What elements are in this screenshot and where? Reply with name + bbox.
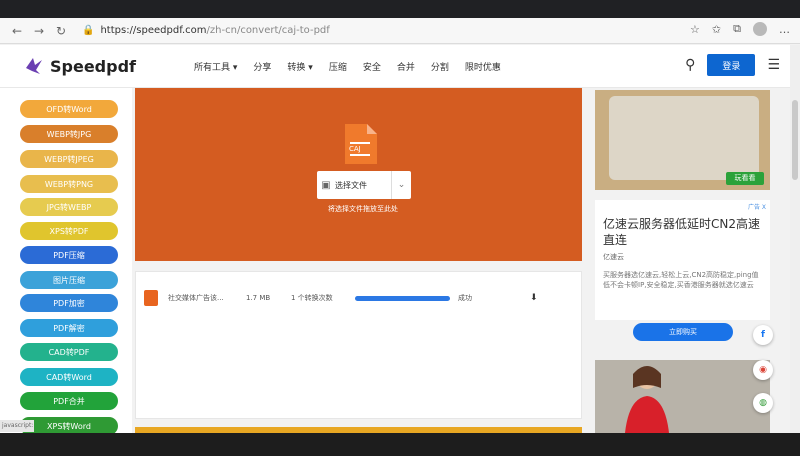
download-icon[interactable]: ⬇ (530, 293, 538, 303)
upload-dropzone[interactable]: CAJ ▣ 选择文件 ⌄ 将选择文件拖放至此处 (135, 88, 582, 261)
globe-icon[interactable]: ◍ (753, 393, 773, 413)
sidebar-item[interactable]: 图片压缩 (20, 271, 118, 289)
game-ad[interactable]: 玩看看 (595, 90, 770, 190)
site-header: Speedpdf 所有工具 ▾ 分享 转换 ▾ 压缩 安全 合并 分割 限时优惠… (0, 45, 790, 88)
file-badge: CAJ (349, 145, 361, 153)
menu-share[interactable]: 分享 (245, 60, 279, 73)
ad-headline: 亿速云服务器低延时CN2高速直连 (603, 217, 760, 247)
sidebar-item[interactable]: PDF合并 (20, 392, 118, 410)
text-ad[interactable]: 广告 X 亿速云服务器低延时CN2高速直连 亿速云 买服务器选亿速云,轻松上云,… (595, 200, 770, 320)
progress-bar (355, 295, 450, 301)
caj-file-icon: CAJ (345, 124, 377, 164)
photo-ad[interactable] (595, 360, 770, 433)
ad-cta-button[interactable]: 立即购买 (633, 323, 733, 341)
file-picker-icon: ▣ (321, 179, 331, 191)
lock-icon: 🔒 (82, 25, 95, 36)
sidebar-item[interactable]: XPS转PDF (20, 222, 118, 240)
window-titlebar (0, 0, 800, 18)
sidebar-item[interactable]: PDF解密 (20, 319, 118, 337)
tools-sidebar: OFD转Word WEBP转JPG WEBP转JPEG WEBP转PNG JPG… (0, 88, 132, 433)
search-icon[interactable]: ⚲ (685, 57, 695, 73)
browser-status-bar: javascript: (0, 420, 34, 432)
file-size: 1.7 MB (246, 294, 271, 302)
facebook-share-icon[interactable]: f (753, 325, 773, 345)
collections-icon[interactable]: ⧉ (733, 22, 741, 36)
brand-name: Speedpdf (50, 56, 136, 76)
ads-column: 玩看看 广告 X 亿速云服务器低延时CN2高速直连 亿速云 买服务器选亿速云,轻… (594, 88, 772, 433)
url-host: https://speedpdf.com (100, 25, 207, 36)
menu-convert[interactable]: 转换 ▾ (279, 60, 320, 73)
menu-all-tools[interactable]: 所有工具 ▾ (186, 60, 245, 73)
url-path: /zh-cn/convert/caj-to-pdf (206, 25, 330, 36)
favorites-icon[interactable]: ✩ (712, 23, 721, 36)
address-bar[interactable]: 🔒 https://speedpdf.com/zh-cn/convert/caj… (82, 25, 330, 36)
file-name: 社交媒体广告该... (168, 294, 224, 302)
menu-merge[interactable]: 合并 (389, 60, 423, 73)
menu-compress[interactable]: 压缩 (321, 60, 355, 73)
file-type-icon (144, 290, 158, 306)
sidebar-item[interactable]: PDF加密 (20, 294, 118, 312)
file-pages: 1 个转换次数 (291, 294, 333, 302)
ad-description: 买服务器选亿速云,轻松上云,CN2高防稳定,ping值低不会卡顿IP,安全稳定,… (603, 271, 759, 289)
sidebar-item[interactable]: CAD转PDF (20, 343, 118, 361)
sidebar-item[interactable]: JPG转WEBP (20, 198, 118, 216)
sidebar-item[interactable]: WEBP转PNG (20, 175, 118, 193)
menu-offer[interactable]: 限时优惠 (457, 60, 509, 73)
ad-brand: 亿速云 (603, 253, 624, 261)
select-file-label: 选择文件 (335, 180, 367, 190)
browser-toolbar: ← → ↻ 🔒 https://speedpdf.com/zh-cn/conve… (0, 18, 800, 44)
select-file-button[interactable]: ▣ 选择文件 ⌄ (317, 171, 411, 199)
taskbar (0, 433, 800, 456)
speedpdf-logo-icon (26, 58, 42, 74)
sidebar-item[interactable]: XPS转Word (20, 417, 118, 433)
hamburger-menu-icon[interactable]: ☰ (767, 57, 780, 73)
scrollbar-thumb[interactable] (792, 100, 798, 180)
forward-icon[interactable]: → (28, 24, 50, 38)
game-ad-artwork (609, 96, 759, 180)
sidebar-item[interactable]: WEBP转JPEG (20, 150, 118, 168)
status-text: 成功 (458, 294, 472, 302)
game-ad-button[interactable]: 玩看看 (726, 172, 764, 185)
main-content: CAJ ▣ 选择文件 ⌄ 将选择文件拖放至此处 社交媒体广告该... 1.7 M… (134, 88, 584, 433)
sidebar-item[interactable]: WEBP转JPG (20, 125, 118, 143)
site-logo[interactable]: Speedpdf (24, 56, 136, 76)
browser-menu-icon[interactable]: … (779, 23, 790, 36)
file-list-panel: 社交媒体广告该... 1.7 MB 1 个转换次数 成功 ⬇ (135, 271, 582, 419)
sidebar-item[interactable]: OFD转Word (20, 100, 118, 118)
menu-split[interactable]: 分割 (423, 60, 457, 73)
sidebar-item[interactable]: PDF压缩 (20, 246, 118, 264)
menu-security[interactable]: 安全 (355, 60, 389, 73)
sidebar-item[interactable]: CAD转Word (20, 368, 118, 386)
file-row: 社交媒体广告该... 1.7 MB 1 个转换次数 成功 ⬇ (144, 288, 574, 308)
chevron-down-icon[interactable]: ⌄ (391, 171, 411, 199)
reload-icon[interactable]: ↻ (50, 24, 72, 38)
chrome-icon[interactable]: ◉ (753, 360, 773, 380)
ad-marker[interactable]: 广告 X (748, 202, 766, 211)
back-icon[interactable]: ← (6, 24, 28, 38)
drop-hint: 将选择文件拖放至此处 (328, 205, 398, 213)
main-menu: 所有工具 ▾ 分享 转换 ▾ 压缩 安全 合并 分割 限时优惠 (186, 60, 509, 73)
login-button[interactable]: 登录 (707, 54, 756, 76)
favorite-star-icon[interactable]: ☆ (690, 23, 700, 36)
person-photo (625, 366, 669, 433)
profile-avatar[interactable] (753, 22, 767, 36)
